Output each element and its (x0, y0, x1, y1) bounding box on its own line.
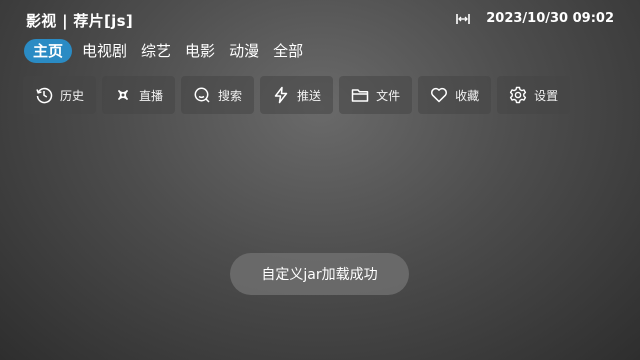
toast-notification: 自定义jar加载成功 (230, 253, 409, 295)
push-label: 推送 (297, 88, 322, 103)
lightning-icon (272, 86, 290, 104)
settings-label: 设置 (534, 88, 559, 103)
history-label: 历史 (60, 88, 85, 103)
category-tabs: 主页 电视剧 综艺 电影 动漫 全部 (24, 39, 311, 63)
tab-movies[interactable]: 电影 (179, 39, 221, 63)
search-button[interactable]: 搜索 (181, 76, 255, 114)
files-button[interactable]: 文件 (339, 76, 413, 114)
settings-button[interactable]: 设置 (497, 76, 571, 114)
history-icon (35, 86, 53, 104)
horizontal-arrows-icon[interactable] (456, 13, 471, 25)
tab-anime[interactable]: 动漫 (223, 39, 265, 63)
history-button[interactable]: 历史 (23, 76, 97, 114)
search-icon (193, 86, 211, 104)
favorites-button[interactable]: 收藏 (418, 76, 492, 114)
tab-tv-series[interactable]: 电视剧 (76, 39, 133, 63)
live-label: 直播 (139, 88, 164, 103)
tab-all[interactable]: 全部 (267, 39, 309, 63)
live-icon (114, 86, 132, 104)
app-title: 影视 | 荐片[js] (26, 12, 134, 30)
tab-home[interactable]: 主页 (24, 39, 73, 63)
tab-variety[interactable]: 综艺 (135, 39, 177, 63)
heart-icon (430, 86, 448, 104)
live-button[interactable]: 直播 (102, 76, 176, 114)
favorites-label: 收藏 (455, 88, 480, 103)
folder-icon (351, 86, 369, 104)
search-label: 搜索 (218, 88, 243, 103)
status-bar: 2023/10/30 09:02 (456, 11, 614, 26)
quick-toolbar: 历史 直播 搜索 推送 文件 收藏 设置 (23, 76, 571, 114)
datetime-label: 2023/10/30 09:02 (486, 11, 614, 26)
toast-message: 自定义jar加载成功 (261, 267, 378, 283)
files-label: 文件 (376, 88, 401, 103)
push-button[interactable]: 推送 (260, 76, 334, 114)
gear-icon (509, 86, 527, 104)
